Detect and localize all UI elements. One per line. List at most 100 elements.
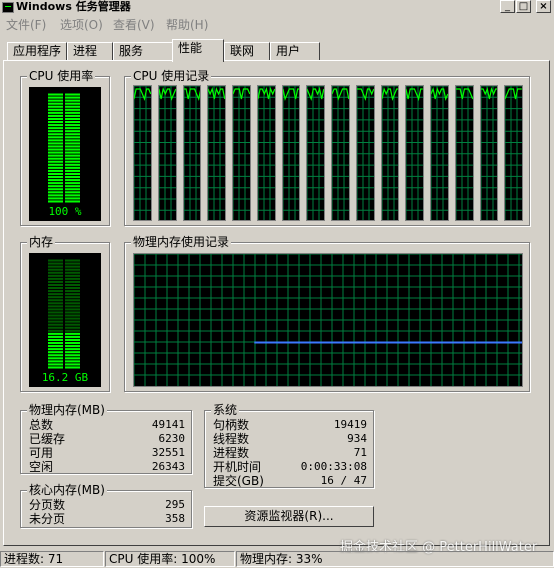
- cpu-meter-segment: [48, 176, 63, 179]
- cpu-meter-segment: [48, 157, 63, 160]
- tab-users[interactable]: 用户: [270, 42, 320, 60]
- cpu-core-graph: [405, 85, 425, 223]
- cpu-meter-segment: [65, 182, 80, 185]
- memory-meter-segment: [65, 302, 80, 305]
- memory-meter-segment: [48, 287, 63, 290]
- memory-meter-segment: [48, 311, 63, 314]
- tab-processes[interactable]: 进程: [67, 42, 113, 60]
- cpu-core-graph: [281, 85, 302, 223]
- menu-view[interactable]: 查看(V): [113, 17, 155, 33]
- memory-history-group: 物理内存使用记录: [124, 235, 530, 392]
- system-uptime-value: 0:00:33:08: [300, 460, 367, 473]
- tab-performance[interactable]: 性能: [172, 39, 224, 62]
- tab-networking[interactable]: 联网: [224, 42, 270, 60]
- tab-applications[interactable]: 应用程序: [7, 42, 67, 60]
- physical-total-label: 总数: [29, 418, 54, 432]
- cpu-meter-segment: [65, 96, 80, 99]
- cpu-usage-label: CPU 使用率: [27, 69, 96, 83]
- cpu-core-graph: [380, 85, 401, 223]
- memory-meter-segment: [65, 293, 80, 296]
- system-threads-label: 线程数: [213, 432, 250, 446]
- cpu-meter-segment: [65, 142, 80, 145]
- memory-meter-segment: [65, 262, 80, 265]
- memory-meter-segment: [48, 280, 63, 283]
- kernel-memory-group: 核心内存(MB) 分页数 295 未分页 358: [20, 483, 192, 528]
- memory-label: 内存: [27, 235, 56, 249]
- memory-meter-segment: [65, 326, 80, 329]
- memory-meter-segment: [65, 265, 80, 268]
- memory-meter-segment: [48, 326, 63, 329]
- cpu-meter-segment: [48, 163, 63, 166]
- memory-meter: 16.2 GB: [29, 253, 101, 387]
- cpu-meter-segment: [65, 179, 80, 182]
- memory-meter-segment: [48, 299, 63, 302]
- status-memory: 物理内存: 33%: [236, 551, 554, 567]
- cpu-meter-segment: [48, 172, 63, 175]
- system-handles-label: 句柄数: [213, 418, 250, 432]
- cpu-meter-segment: [65, 172, 80, 175]
- maximize-button[interactable]: □: [516, 0, 531, 13]
- menu-file[interactable]: 文件(F): [6, 17, 46, 33]
- memory-meter-segment: [48, 320, 63, 323]
- cpu-meter-segment: [48, 133, 63, 136]
- physical-cached-value: 6230: [158, 432, 186, 445]
- title-bar[interactable]: Windows 任务管理器 _ □ ×: [0, 0, 554, 14]
- cpu-meter-segment: [48, 139, 63, 142]
- memory-meter-segment: [65, 332, 80, 335]
- cpu-meter-segment: [65, 139, 80, 142]
- cpu-core-graph: [157, 85, 178, 223]
- cpu-history-label: CPU 使用记录: [131, 69, 212, 83]
- cpu-meter-segment: [48, 114, 63, 117]
- cpu-meter-segment: [48, 179, 63, 182]
- cpu-meter-segment: [48, 200, 63, 203]
- memory-meter-segment: [48, 262, 63, 265]
- memory-meter-segment: [65, 348, 80, 351]
- cpu-core-graph: [133, 85, 153, 223]
- cpu-meter-segment: [48, 185, 63, 188]
- physical-total-value: 49141: [151, 418, 185, 431]
- menu-help[interactable]: 帮助(H): [166, 17, 208, 33]
- cpu-meter-segment: [48, 154, 63, 157]
- memory-meter-segment: [65, 290, 80, 293]
- physical-memory-label: 物理内存(MB): [27, 403, 107, 417]
- memory-meter-segment: [48, 302, 63, 305]
- memory-meter-segment: [48, 351, 63, 354]
- memory-meter-segment: [48, 366, 63, 369]
- window-title: Windows 任务管理器: [16, 0, 131, 13]
- memory-meter-segment: [65, 271, 80, 274]
- memory-meter-segment: [65, 357, 80, 360]
- cpu-meter-segment: [48, 191, 63, 194]
- cpu-meter-segment: [48, 148, 63, 151]
- menu-options[interactable]: 选项(O): [60, 17, 103, 33]
- physical-cached-label: 已缓存: [29, 432, 66, 446]
- cpu-meter-segment: [48, 117, 63, 120]
- memory-history-graph: [133, 253, 523, 387]
- system-commit-label: 提交(GB): [213, 474, 264, 488]
- cpu-meter-segment: [65, 105, 80, 108]
- cpu-core-graph: [306, 85, 326, 223]
- cpu-meter-segment: [48, 124, 63, 127]
- memory-meter-segment: [65, 268, 80, 271]
- close-button[interactable]: ×: [536, 0, 551, 13]
- memory-meter-segment: [65, 259, 80, 262]
- cpu-core-graph: [504, 85, 524, 223]
- kernel-memory-label: 核心内存(MB): [27, 483, 107, 497]
- physical-free-label: 空闲: [29, 460, 54, 474]
- resource-monitor-button[interactable]: 资源监视器(R)...: [204, 506, 374, 527]
- cpu-core-graph: [207, 85, 227, 223]
- memory-bar: [48, 259, 80, 369]
- cpu-meter-segment: [65, 117, 80, 120]
- cpu-core-graph: [454, 85, 475, 223]
- cpu-meter-segment: [65, 114, 80, 117]
- cpu-meter-segment: [65, 99, 80, 102]
- memory-meter-segment: [48, 338, 63, 341]
- cpu-meter-segment: [65, 102, 80, 105]
- cpu-usage-bar: [48, 93, 80, 203]
- memory-meter-segment: [65, 317, 80, 320]
- cpu-meter-segment: [65, 169, 80, 172]
- cpu-core-graph: [256, 85, 277, 223]
- minimize-button[interactable]: _: [500, 0, 515, 13]
- tab-services[interactable]: 服务: [113, 42, 173, 60]
- kernel-paged-value: 295: [165, 498, 185, 511]
- memory-meter-segment: [65, 338, 80, 341]
